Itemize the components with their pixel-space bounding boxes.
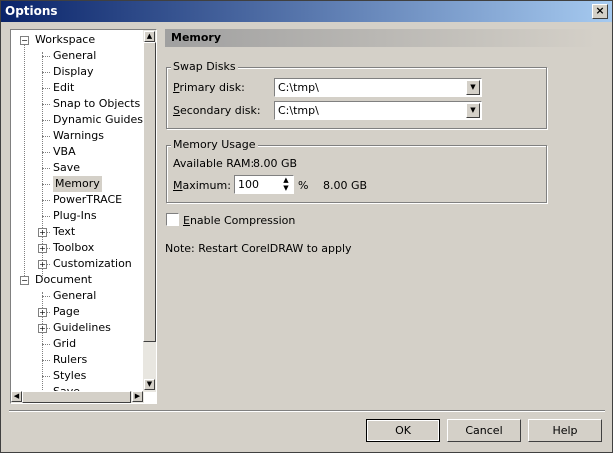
tree-connector <box>42 168 50 169</box>
tree-connector <box>42 72 50 73</box>
tree-item-plug-ins[interactable]: Plug-Ins <box>53 208 97 224</box>
tree-guide-line <box>42 292 43 392</box>
memory-usage-label: Memory Usage <box>171 138 258 151</box>
chevron-down-icon[interactable]: ▼ <box>466 80 480 95</box>
options-tree: − Workspace General Display Edit Snap to Obje… <box>10 29 157 404</box>
maximum-size-value: 8.00 GB <box>323 179 368 192</box>
tree-item-document[interactable]: Document <box>35 272 92 288</box>
available-ram-label: Available RAM: <box>173 157 255 170</box>
horizontal-scroll-thumb[interactable] <box>22 391 131 403</box>
cancel-button[interactable]: Cancel <box>447 419 521 442</box>
tree-connector <box>42 296 50 297</box>
tree-item-save[interactable]: Save <box>53 160 80 176</box>
close-button[interactable]: × <box>592 4 608 19</box>
tree-connector <box>42 152 50 153</box>
tree-item-general[interactable]: General <box>53 288 96 304</box>
expand-plus-icon[interactable]: + <box>38 244 47 253</box>
tree-item-toolbox[interactable]: Toolbox <box>53 240 94 256</box>
primary-disk-value: C:\tmp\ <box>278 81 319 94</box>
footer-divider <box>9 410 605 412</box>
tree-guide-line <box>24 44 25 284</box>
scroll-left-arrow-icon[interactable]: ◀ <box>11 391 22 402</box>
primary-disk-label: Primary disk: <box>173 81 245 94</box>
primary-disk-select[interactable]: C:\tmp\ ▼ <box>274 78 482 97</box>
tree-vertical-scrollbar[interactable]: ▲ ▼ <box>143 30 156 392</box>
window-title: Options <box>5 4 58 18</box>
tree-item-snap-to-objects[interactable]: Snap to Objects <box>53 96 140 112</box>
ok-button[interactable]: OK <box>366 419 440 442</box>
tree-horizontal-scrollbar[interactable]: ◀ ▶ <box>11 391 144 403</box>
tree-connector <box>42 200 50 201</box>
tree-item-guidelines[interactable]: Guidelines <box>53 320 111 336</box>
maximum-spinbox[interactable]: 100 ▲ ▼ <box>234 175 294 194</box>
tree-item-page[interactable]: Page <box>53 304 80 320</box>
memory-usage-group <box>166 145 547 203</box>
scroll-thumb[interactable] <box>143 42 156 342</box>
tree-item-rulers[interactable]: Rulers <box>53 352 87 368</box>
scroll-up-arrow-icon[interactable]: ▲ <box>144 31 155 42</box>
tree-item-powertrace[interactable]: PowerTRACE <box>53 192 122 208</box>
tree-connector <box>42 120 50 121</box>
tree-item-display[interactable]: Display <box>53 64 94 80</box>
expand-plus-icon[interactable]: + <box>38 228 47 237</box>
title-bar[interactable]: Options × <box>1 1 612 22</box>
expand-plus-icon[interactable]: + <box>38 308 47 317</box>
tree-connector <box>42 104 50 105</box>
help-button[interactable]: Help <box>528 419 602 442</box>
tree-item-warnings[interactable]: Warnings <box>53 128 104 144</box>
tree-content: − Workspace General Display Edit Snap to Obje… <box>11 30 144 392</box>
collapse-minus-icon[interactable]: − <box>20 276 29 285</box>
secondary-disk-label: Secondary disk: <box>173 104 261 117</box>
tree-item-customization[interactable]: Customization <box>53 256 132 272</box>
scroll-down-arrow-icon[interactable]: ▼ <box>144 379 155 390</box>
tree-item-text[interactable]: Text <box>53 224 75 240</box>
tree-connector <box>42 56 50 57</box>
expand-plus-icon[interactable]: + <box>38 260 47 269</box>
tree-connector <box>42 344 50 345</box>
tree-connector <box>42 376 50 377</box>
available-ram-value: 8.00 GB <box>253 157 298 170</box>
tree-connector <box>42 360 50 361</box>
tree-connector <box>42 184 50 185</box>
restart-note: Note: Restart CorelDRAW to apply <box>165 242 352 255</box>
secondary-disk-select[interactable]: C:\tmp\ ▼ <box>274 101 482 120</box>
panel-header: Memory <box>165 29 597 47</box>
tree-guide-line <box>42 52 43 276</box>
scroll-right-arrow-icon[interactable]: ▶ <box>132 391 143 402</box>
tree-item-edit[interactable]: Edit <box>53 80 74 96</box>
tree-connector <box>42 216 50 217</box>
tree-connector <box>42 136 50 137</box>
maximum-value: 100 <box>238 178 259 191</box>
spin-up-icon[interactable]: ▲ <box>280 176 292 184</box>
tree-item-grid[interactable]: Grid <box>53 336 76 352</box>
tree-item-styles[interactable]: Styles <box>53 368 86 384</box>
swap-disks-label: Swap Disks <box>171 60 238 73</box>
tree-item-workspace[interactable]: Workspace <box>35 32 95 48</box>
enable-compression-checkbox[interactable] <box>166 213 179 226</box>
options-dialog: Options × − Workspace General Display Edit Sn… <box>0 0 613 453</box>
enable-compression-label[interactable]: Enable Compression <box>183 214 295 227</box>
maximum-label: Maximum: <box>173 179 231 192</box>
tree-item-vba[interactable]: VBA <box>53 144 76 160</box>
percent-sign: % <box>298 179 309 192</box>
tree-item-general[interactable]: General <box>53 48 96 64</box>
tree-item-dynamic-guides[interactable]: Dynamic Guides <box>53 112 143 128</box>
panel-title: Memory <box>171 31 222 44</box>
collapse-minus-icon[interactable]: − <box>20 36 29 45</box>
secondary-disk-value: C:\tmp\ <box>278 104 319 117</box>
expand-plus-icon[interactable]: + <box>38 324 47 333</box>
tree-connector <box>42 88 50 89</box>
tree-item-memory[interactable]: Memory <box>53 176 102 192</box>
spin-down-icon[interactable]: ▼ <box>280 184 292 192</box>
chevron-down-icon[interactable]: ▼ <box>466 103 480 118</box>
